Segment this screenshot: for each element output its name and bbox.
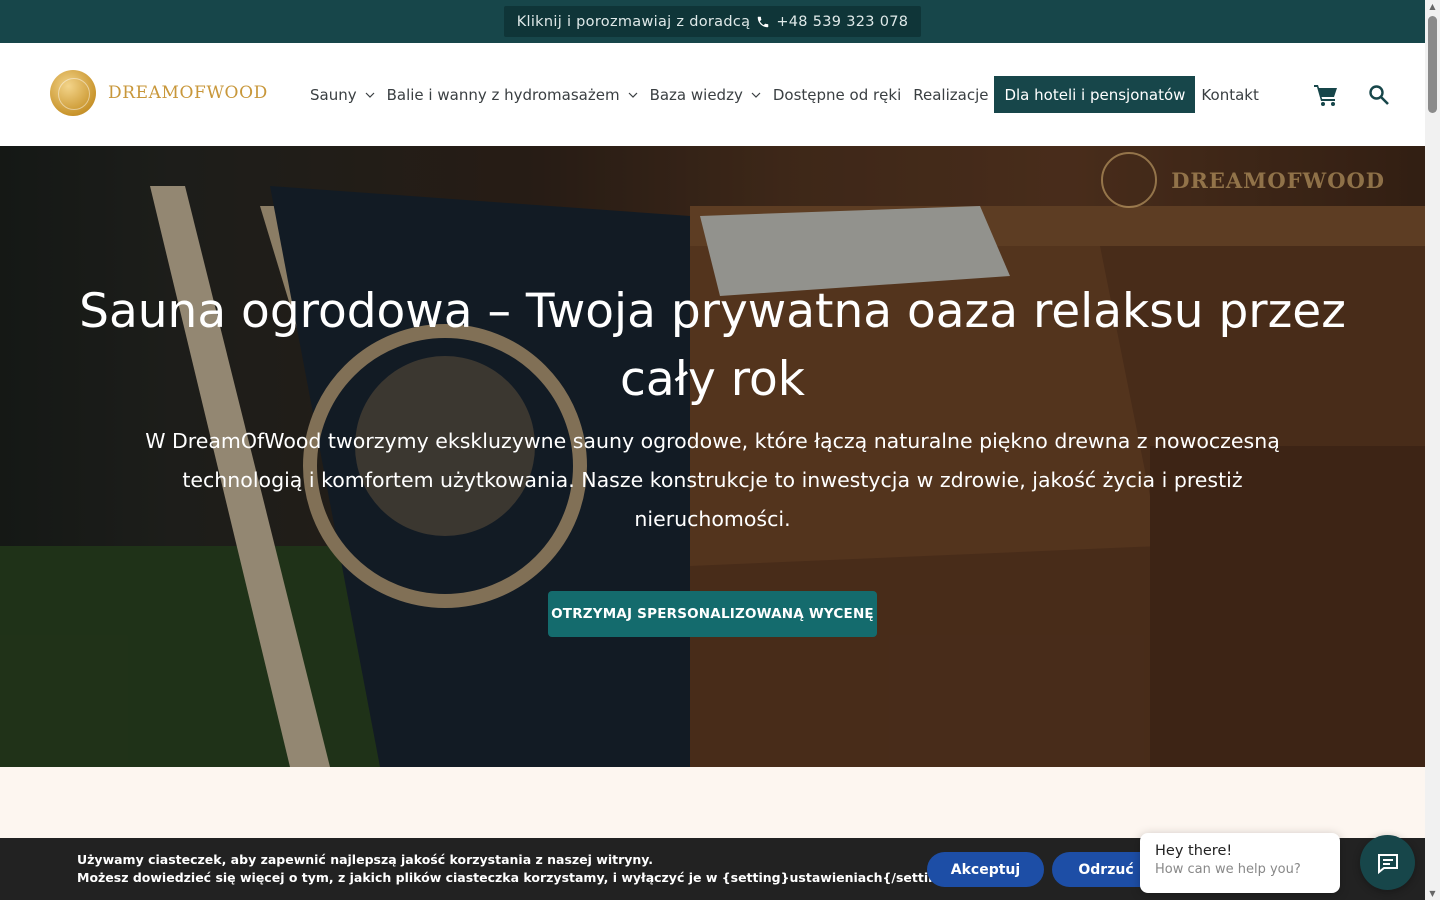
scroll-down-arrow-icon[interactable]: ▼ [1428,889,1437,898]
nav-item-baza-wiedzy[interactable]: Baza wiedzy [644,76,767,113]
nav-label: Sauny [310,85,357,104]
scroll-up-arrow-icon[interactable]: ▲ [1428,2,1437,11]
hero-description: W DreamOfWood tworzymy ekskluzywne sauny… [145,429,1280,531]
nav-label: Dla hoteli i pensjonatów [1004,85,1186,104]
nav-item-dostepne[interactable]: Dostępne od ręki [767,76,907,113]
site-header: DREAMOFWOOD Sauny Balie i wanny z hydrom… [0,43,1425,146]
site-logo[interactable]: DREAMOFWOOD [50,70,268,116]
hero-section: DREAMOFWOOD Sauna ogrodowa – Twoja prywa… [0,146,1425,767]
nav-item-realizacje[interactable]: Realizacje [907,76,994,113]
phone-icon [758,16,769,27]
nav-label: Balie i wanny z hydromasażem [386,85,620,104]
chevron-down-icon [751,92,761,98]
advisor-call-text: Kliknij i porozmawiaj z doradcą [516,13,751,30]
chat-launcher-button[interactable] [1360,835,1415,890]
chat-greeting-subtitle: How can we help you? [1155,862,1301,877]
nav-label: Dostępne od ręki [772,85,902,104]
advisor-call-button[interactable]: Kliknij i porozmawiaj z doradcą +48 539 … [503,6,922,37]
chevron-down-icon [628,92,638,98]
nav-item-sauny[interactable]: Sauny [304,76,381,113]
chevron-down-icon [365,92,375,98]
tree-logo-icon [1101,152,1158,208]
nav-label: Baza wiedzy [649,85,743,104]
cookie-message-line1: Używamy ciasteczek, aby zapewnić najleps… [77,852,654,867]
hero-watermark: DREAMOFWOOD [1101,152,1385,208]
page-scrollbar[interactable]: ▲ ▼ [1425,0,1440,900]
tree-logo-icon [50,70,96,116]
get-quote-button[interactable]: OTRZYMAJ SPERSONALIZOWANĄ WYCENĘ [548,591,877,637]
cart-icon[interactable] [1312,81,1340,109]
logo-text: DREAMOFWOOD [108,83,268,103]
search-icon[interactable] [1365,81,1393,109]
hero-watermark-text: DREAMOFWOOD [1171,167,1385,193]
cookie-accept-button[interactable]: Akceptuj [927,852,1044,887]
hero-title: Sauna ogrodowa – Twoja prywatna oaza rel… [79,284,1346,407]
nav-item-kontakt[interactable]: Kontakt [1195,76,1264,113]
nav-item-balie[interactable]: Balie i wanny z hydromasażem [381,76,644,113]
chat-greeting-title: Hey there! [1155,843,1233,859]
chat-greeting-bubble[interactable]: Hey there! How can we help you? [1140,833,1340,893]
nav-label: Kontakt [1201,85,1259,104]
nav-label: Realizacje [913,85,989,104]
cookie-message-line2: Możesz dowiedzieć się więcej o tym, z ja… [77,870,960,885]
main-nav: Sauny Balie i wanny z hydromasażem Baza … [304,76,1265,113]
cookie-message: Używamy ciasteczek, aby zapewnić najleps… [77,851,960,887]
top-contact-bar: Kliknij i porozmawiaj z doradcą +48 539 … [0,0,1425,43]
chat-icon [1377,853,1398,874]
scrollbar-thumb[interactable] [1428,16,1437,113]
nav-item-hotele[interactable]: Dla hoteli i pensjonatów [994,76,1196,113]
advisor-phone-number: +48 539 323 078 [776,13,909,30]
